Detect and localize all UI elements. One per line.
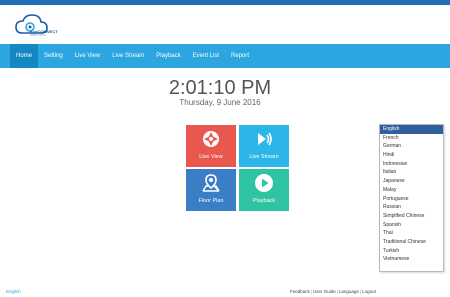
- camera-aperture-icon: [203, 131, 219, 147]
- language-option-german[interactable]: German: [380, 142, 443, 151]
- play-icon: [255, 174, 273, 192]
- header: EyeCONNECT WEB PORTAL: [0, 5, 450, 44]
- language-option-russian[interactable]: Russian: [380, 203, 443, 212]
- language-option-vietnamese[interactable]: Vietnamese: [380, 255, 443, 264]
- language-option-spanish[interactable]: Spanish: [380, 221, 443, 230]
- tile-label: Live Stream: [249, 154, 279, 160]
- clock-time: 2:01:10 PM: [168, 77, 272, 99]
- language-link[interactable]: Language: [339, 289, 359, 294]
- footer-language-label[interactable]: English: [6, 289, 21, 294]
- main-navbar: Home Setting Live View Live Stream Playb…: [0, 44, 450, 68]
- user-guide-link[interactable]: User Guide: [313, 289, 336, 294]
- clock-date: Thursday, 9 June 2016: [179, 98, 261, 107]
- nav-item-live-view[interactable]: Live View: [69, 44, 107, 68]
- nav-item-event-list[interactable]: Event List: [187, 44, 225, 68]
- language-option-malay[interactable]: Malay: [380, 186, 443, 195]
- broadcast-icon: [258, 132, 272, 146]
- nav-item-home[interactable]: Home: [10, 44, 39, 68]
- footer-links: Feedback|User Guide|Language|Logout: [290, 289, 376, 294]
- language-option-indonesian[interactable]: Indonesian: [380, 160, 443, 169]
- floor-plan-tile[interactable]: Floor Plan: [186, 169, 236, 211]
- tile-label: Floor Plan: [198, 198, 224, 204]
- nav-item-playback[interactable]: Playback: [150, 44, 186, 68]
- language-option-portuguese[interactable]: Portuguese: [380, 195, 443, 204]
- playback-tile[interactable]: Playback: [239, 169, 289, 211]
- language-option-japanese[interactable]: Japanese: [380, 177, 443, 186]
- language-option-hindi[interactable]: Hindi: [380, 151, 443, 160]
- tile-label: Playback: [252, 198, 276, 204]
- logo-subtitle: WEB PORTAL: [30, 34, 47, 37]
- tile-label: Live View: [199, 154, 223, 160]
- language-option-turkish[interactable]: Turkish: [380, 247, 443, 256]
- live-stream-tile[interactable]: Live Stream: [239, 125, 289, 167]
- nav-item-live-stream[interactable]: Live Stream: [106, 44, 150, 68]
- language-option-simplified-chinese[interactable]: Simplified Chinese: [380, 212, 443, 221]
- nav-item-setting[interactable]: Setting: [38, 44, 69, 68]
- feedback-link[interactable]: Feedback: [290, 289, 310, 294]
- language-dropdown[interactable]: English French German Hindi Indonesian I…: [379, 124, 444, 272]
- logout-link[interactable]: Logout: [362, 289, 376, 294]
- nav-item-report[interactable]: Report: [225, 44, 255, 68]
- language-option-english[interactable]: English: [380, 125, 443, 134]
- live-view-tile[interactable]: Live View: [186, 125, 236, 167]
- language-option-traditional-chinese[interactable]: Traditional Chinese: [380, 238, 443, 247]
- language-option-italian[interactable]: Italian: [380, 168, 443, 177]
- map-pin-icon: [202, 174, 220, 192]
- language-option-french[interactable]: French: [380, 134, 443, 143]
- language-option-thai[interactable]: Thai: [380, 229, 443, 238]
